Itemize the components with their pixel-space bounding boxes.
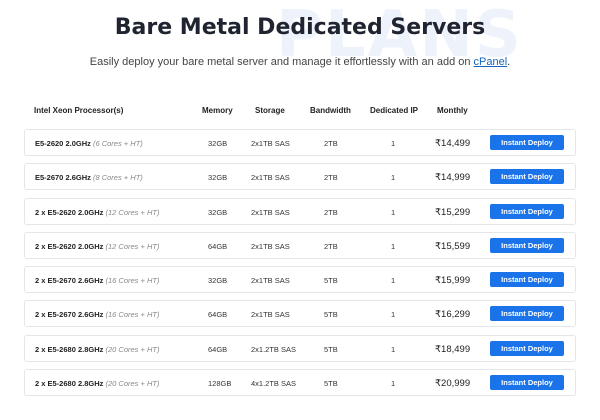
dedicated-ip-cell: 1: [391, 207, 396, 217]
processor-cores: (12 Cores + HT): [105, 241, 160, 251]
processor-name: 2 x E5-2680 2.8GHz: [35, 379, 104, 389]
server-plan-row: E5-2670 2.6GHz (8 Cores + HT) 32GB 2x1TB…: [24, 163, 576, 191]
processor-name: 2 x E5-2670 2.6GHz: [35, 276, 104, 286]
page-subtitle: Easily deploy your bare metal server and…: [0, 56, 600, 68]
bandwidth-cell: 2TB: [324, 139, 338, 148]
processor-name: E5-2670 2.6GHz: [35, 173, 91, 183]
instant-deploy-button[interactable]: Instant Deploy: [490, 237, 564, 253]
memory-cell: 64GB: [208, 344, 228, 354]
header-storage: Storage: [255, 106, 285, 115]
processor-cores: (16 Cores + HT): [105, 310, 160, 320]
memory-cell: 32GB: [208, 207, 228, 217]
monthly-price: ₹20,999: [435, 378, 471, 390]
memory-cell: 64GB: [208, 241, 228, 251]
dedicated-ip-cell: 1: [391, 379, 396, 389]
instant-deploy-button[interactable]: Instant Deploy: [490, 340, 564, 356]
server-plan-row: 2 x E5-2680 2.8GHz (20 Cores + HT) 128GB…: [24, 369, 576, 397]
dedicated-ip-cell: 1: [391, 344, 396, 354]
memory-cell: 128GB: [208, 379, 232, 389]
bandwidth-cell: 5TB: [324, 276, 338, 286]
monthly-price: ₹15,999: [435, 275, 471, 287]
monthly-price: ₹16,299: [435, 309, 471, 321]
instant-deploy-button[interactable]: Instant Deploy: [490, 169, 564, 185]
cpanel-link[interactable]: cPanel: [474, 56, 508, 68]
processor-cores: (6 Cores + HT): [92, 139, 143, 148]
storage-cell: 2x1.2TB SAS: [251, 344, 297, 354]
storage-cell: 2x1TB SAS: [251, 276, 290, 286]
monthly-price: ₹14,499: [435, 138, 471, 149]
processor-cell: E5-2670 2.6GHz (8 Cores + HT): [35, 173, 143, 182]
dedicated-ip-cell: 1: [391, 241, 396, 251]
memory-cell: 32GB: [208, 276, 228, 286]
instant-deploy-button[interactable]: Instant Deploy: [490, 203, 564, 219]
processor-cell: 2 x E5-2680 2.8GHz (20 Cores + HT): [35, 345, 159, 354]
bandwidth-cell: 2TB: [324, 241, 338, 251]
processor-cores: (16 Cores + HT): [105, 276, 160, 286]
processor-cell: 2 x E5-2620 2.0GHz (12 Cores + HT): [35, 208, 159, 217]
server-plan-row: 2 x E5-2670 2.6GHz (16 Cores + HT) 64GB …: [24, 300, 576, 328]
header-monthly: Monthly: [437, 106, 468, 115]
subtitle-text: Easily deploy your bare metal server and…: [89, 56, 474, 68]
instant-deploy-button[interactable]: Instant Deploy: [490, 306, 564, 322]
storage-cell: 4x1.2TB SAS: [251, 379, 297, 389]
page-title: Bare Metal Dedicated Servers: [114, 15, 486, 40]
instant-deploy-button[interactable]: Instant Deploy: [490, 375, 564, 391]
storage-cell: 2x1TB SAS: [251, 173, 290, 183]
processor-cores: (20 Cores + HT): [105, 344, 160, 354]
memory-cell: 32GB: [208, 139, 228, 148]
memory-cell: 32GB: [208, 173, 228, 183]
processor-cores: (20 Cores + HT): [105, 379, 160, 389]
header-dedicated-ip: Dedicated IP: [370, 106, 419, 115]
monthly-price: ₹18,499: [435, 343, 471, 355]
processor-name: 2 x E5-2620 2.0GHz: [35, 207, 104, 217]
storage-cell: 2x1TB SAS: [251, 207, 290, 217]
table-header: Intel Xeon Processor(s) Memory Storage B…: [24, 102, 576, 120]
server-plan-row: 2 x E5-2620 2.0GHz (12 Cores + HT) 64GB …: [24, 231, 576, 259]
server-plan-row: 2 x E5-2620 2.0GHz (12 Cores + HT) 32GB …: [24, 197, 576, 225]
monthly-price: ₹15,599: [435, 240, 471, 252]
header-bandwidth: Bandwidth: [310, 106, 351, 115]
storage-cell: 2x1TB SAS: [251, 139, 290, 148]
header-memory: Memory: [202, 106, 233, 115]
instant-deploy-button[interactable]: Instant Deploy: [490, 272, 564, 288]
instant-deploy-button[interactable]: Instant Deploy: [490, 135, 564, 150]
dedicated-ip-cell: 1: [391, 173, 396, 183]
processor-name: 2 x E5-2620 2.0GHz: [35, 241, 104, 251]
bandwidth-cell: 2TB: [324, 173, 338, 183]
processor-cell: E5-2620 2.0GHz (6 Cores + HT): [35, 139, 143, 148]
processor-cell: 2 x E5-2620 2.0GHz (12 Cores + HT): [35, 242, 159, 251]
processor-cores: (8 Cores + HT): [92, 173, 143, 183]
storage-cell: 2x1TB SAS: [251, 241, 290, 251]
processor-name: 2 x E5-2680 2.8GHz: [35, 344, 104, 354]
dedicated-ip-cell: 1: [391, 139, 396, 148]
dedicated-ip-cell: 1: [391, 276, 396, 286]
bandwidth-cell: 5TB: [324, 344, 338, 354]
server-plan-row: E5-2620 2.0GHz (6 Cores + HT) 32GB 2x1TB…: [24, 129, 576, 156]
dedicated-ip-cell: 1: [391, 310, 396, 320]
server-plan-row: 2 x E5-2670 2.6GHz (16 Cores + HT) 32GB …: [24, 266, 576, 294]
monthly-price: ₹14,999: [435, 172, 471, 184]
processor-name: E5-2620 2.0GHz: [35, 139, 91, 148]
processor-cell: 2 x E5-2670 2.6GHz (16 Cores + HT): [35, 310, 159, 319]
bandwidth-cell: 5TB: [324, 379, 338, 389]
memory-cell: 64GB: [208, 310, 228, 320]
server-plan-row: 2 x E5-2680 2.8GHz (20 Cores + HT) 64GB …: [24, 334, 576, 362]
processor-name: 2 x E5-2670 2.6GHz: [35, 310, 104, 320]
bandwidth-cell: 5TB: [324, 310, 338, 320]
storage-cell: 2x1TB SAS: [251, 310, 290, 320]
bandwidth-cell: 2TB: [324, 207, 338, 217]
header-processor: Intel Xeon Processor(s): [34, 106, 124, 115]
processor-cell: 2 x E5-2670 2.6GHz (16 Cores + HT): [35, 276, 159, 285]
monthly-price: ₹15,299: [435, 206, 471, 218]
subtitle-suffix: .: [507, 56, 511, 68]
processor-cell: 2 x E5-2680 2.8GHz (20 Cores + HT): [35, 379, 159, 388]
server-plan-list: E5-2620 2.0GHz (6 Cores + HT) 32GB 2x1TB…: [24, 129, 576, 403]
processor-cores: (12 Cores + HT): [105, 207, 160, 217]
